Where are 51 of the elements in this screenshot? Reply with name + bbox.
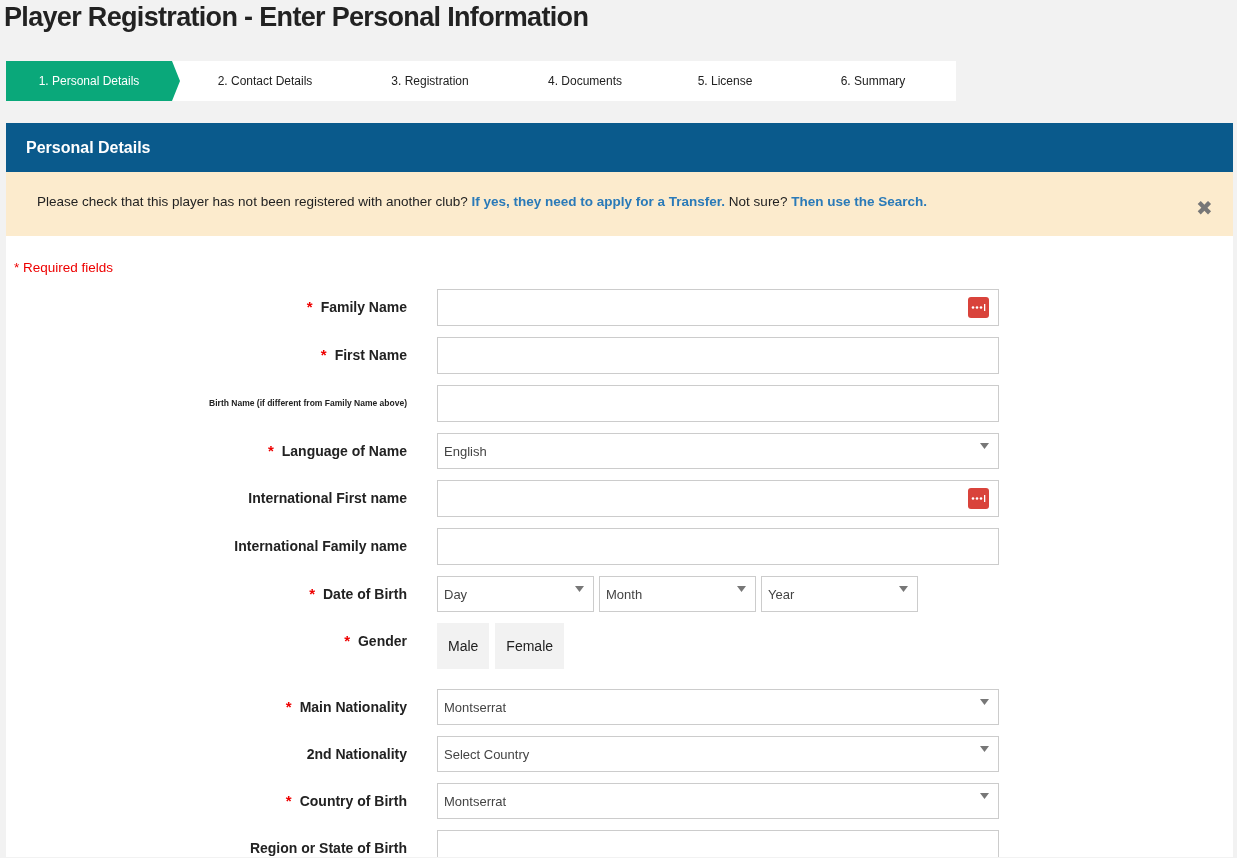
dropdown-caret-icon (899, 586, 908, 593)
field-label: Country of Birth (299, 791, 407, 811)
alert-link[interactable]: If yes, they need to apply for a Transfer. (471, 194, 726, 209)
field-label: Birth Name (if different from Family Name above) (209, 396, 407, 410)
dropdown-caret-icon (980, 699, 989, 706)
select-field[interactable]: Year (761, 576, 918, 613)
text-field[interactable] (437, 480, 999, 518)
alert-link[interactable]: Then use the Search. (791, 194, 927, 209)
dropdown-caret-icon (980, 443, 989, 450)
dots-icon[interactable] (968, 297, 989, 319)
required-mark: * (306, 297, 313, 317)
field-label: Gender (358, 631, 407, 651)
gender-option[interactable]: Female (495, 623, 565, 670)
text-field[interactable] (437, 289, 999, 327)
dropdown-caret-icon (980, 793, 989, 800)
field-label: International First name (248, 488, 407, 508)
field-label: Date of Birth (323, 584, 407, 604)
select-field[interactable]: Month (599, 576, 756, 613)
select-field[interactable]: Montserrat (437, 783, 999, 820)
field-label: Language of Name (281, 441, 407, 461)
dropdown-caret-icon (737, 586, 746, 593)
select-field[interactable]: Montserrat (437, 689, 999, 726)
field-label: International Family name (234, 536, 407, 556)
required-mark: * (14, 260, 20, 275)
field-label: Main Nationality (299, 697, 407, 717)
required-mark: * (320, 345, 327, 365)
required-mark: * (267, 441, 274, 461)
required-mark: * (309, 584, 315, 604)
dots-icon[interactable] (968, 488, 989, 510)
close-button[interactable]: ✖ (1196, 198, 1213, 218)
text-field[interactable] (437, 337, 999, 375)
gender-option[interactable]: Male (437, 623, 490, 670)
required-mark: * (285, 697, 292, 717)
dropdown-caret-icon (575, 586, 584, 593)
required-note: Required fields (23, 260, 114, 275)
text-field[interactable] (437, 385, 999, 423)
select-field[interactable]: Day (437, 576, 594, 613)
field-label: 2nd Nationality (306, 744, 407, 764)
required-mark: * (285, 791, 292, 811)
text-field[interactable] (437, 830, 999, 857)
select-field[interactable]: English (437, 433, 999, 470)
field-label: First Name (334, 345, 407, 365)
select-field[interactable]: Select Country (437, 736, 999, 773)
field-label: Region or State of Birth (249, 838, 407, 857)
alert-message: Please check that this player has not been registered with another club? If yes, they need to apply for a Transfer. Not sure? Then use the Search. (37, 193, 927, 211)
panel-title: Personal Details (26, 137, 151, 158)
dropdown-caret-icon (980, 746, 989, 753)
field-label: Family Name (320, 297, 407, 317)
text-field[interactable] (437, 528, 999, 566)
page-title: Player Registration - Enter Personal Information (4, 1, 590, 34)
required-mark: * (344, 631, 350, 651)
